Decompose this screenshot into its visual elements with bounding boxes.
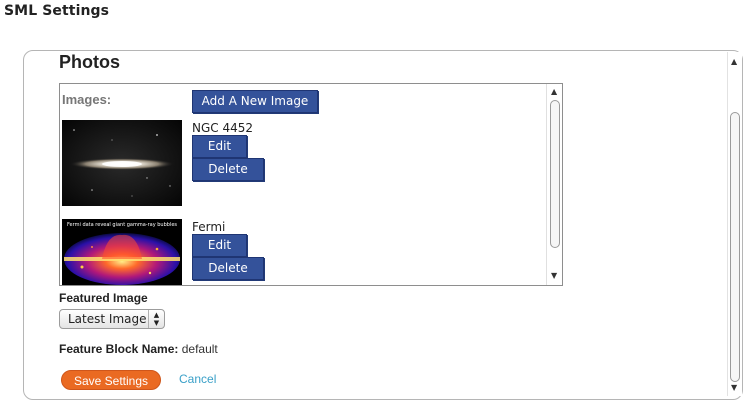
select-arrows-icon: ▲ ▼: [148, 310, 164, 328]
galaxy-image: [62, 120, 182, 206]
images-scrollbar[interactable]: ▲ ▼: [546, 84, 562, 285]
images-label: Images:: [62, 92, 112, 107]
image-name: Fermi: [192, 220, 226, 234]
image-thumbnail-fermi[interactable]: Fermi data reveal giant gamma-ray bubble…: [62, 219, 182, 285]
featured-image-select[interactable]: Latest Image ▲ ▼: [59, 309, 165, 329]
scrollbar-thumb[interactable]: [550, 100, 560, 248]
edit-image-button[interactable]: Edit: [192, 234, 247, 257]
save-settings-button[interactable]: Save Settings: [61, 370, 161, 390]
images-list: Images: Add A New Image NGC 4452 Edit De…: [59, 83, 563, 286]
scroll-down-arrow-icon[interactable]: ▼: [731, 384, 737, 392]
scroll-down-arrow-icon[interactable]: ▼: [551, 272, 557, 280]
scrollbar-thumb[interactable]: [730, 112, 740, 382]
scroll-up-arrow-icon[interactable]: ▲: [551, 88, 557, 96]
scroll-up-arrow-icon[interactable]: ▲: [731, 58, 737, 66]
feature-block-name: Feature Block Name: default: [59, 342, 218, 356]
thumbnail-caption: Fermi data reveal giant gamma-ray bubble…: [67, 222, 177, 228]
window-title: SML Settings: [4, 3, 110, 19]
edit-image-button[interactable]: Edit: [192, 135, 247, 158]
add-image-button[interactable]: Add A New Image: [192, 90, 318, 113]
section-title: Photos: [59, 52, 120, 72]
delete-image-button[interactable]: Delete: [192, 158, 264, 181]
feature-block-label: Feature Block Name:: [59, 342, 179, 356]
feature-block-value: default: [181, 342, 218, 356]
cancel-link[interactable]: Cancel: [179, 372, 216, 386]
image-thumbnail-ngc-4452[interactable]: [62, 120, 182, 206]
fermi-bubbles-image: Fermi data reveal giant gamma-ray bubble…: [62, 219, 182, 285]
featured-image-label: Featured Image: [59, 291, 148, 305]
image-name: NGC 4452: [192, 121, 254, 135]
delete-image-button[interactable]: Delete: [192, 257, 264, 280]
featured-image-value: Latest Image: [68, 312, 147, 326]
panel-scrollbar[interactable]: ▲ ▼: [727, 52, 742, 396]
